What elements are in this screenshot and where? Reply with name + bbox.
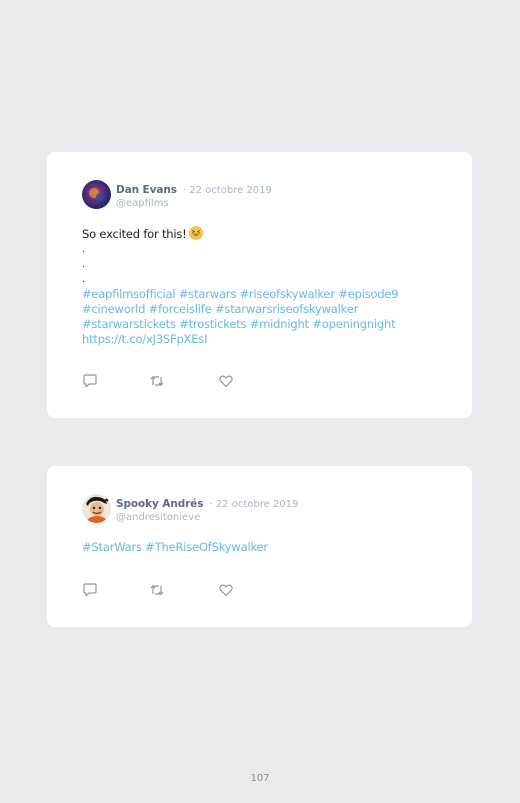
grinning-squinting-face-icon xyxy=(188,226,203,240)
retweet-icon[interactable] xyxy=(149,373,165,389)
dot-line: . xyxy=(82,274,85,285)
tweet-card: Spooky Andrés · 22 octobre 2019 @andresi… xyxy=(47,466,472,627)
author-handle[interactable]: @andresitonieve xyxy=(116,511,298,524)
author-name[interactable]: Dan Evans xyxy=(116,184,177,196)
dot-line: . xyxy=(82,259,85,270)
avatar-image xyxy=(82,494,111,523)
retweet-icon[interactable] xyxy=(149,582,165,598)
reply-icon[interactable] xyxy=(82,582,98,598)
tweet-text: So excited for this! . . . #eapfilmsoffi… xyxy=(82,226,432,347)
author-name[interactable]: Spooky Andrés xyxy=(116,498,203,510)
hashtag-line[interactable]: #eapfilmsofficial #starwars #riseofskywa… xyxy=(82,287,432,302)
tweet-link[interactable]: https://t.co/xJ3SFpXEsI xyxy=(82,332,432,347)
avatar[interactable] xyxy=(82,494,111,523)
tweet-header: Dan Evans · 22 octobre 2019 @eapfilms xyxy=(116,181,272,210)
author-handle[interactable]: @eapfilms xyxy=(116,197,272,210)
like-icon[interactable] xyxy=(218,373,234,389)
tweet-text: #StarWars #TheRiseOfSkywalker xyxy=(82,540,432,555)
hashtag-line[interactable]: #starwarstickets #trostickets #midnight … xyxy=(82,317,432,332)
avatar[interactable] xyxy=(82,180,111,209)
tweet-header: Spooky Andrés · 22 octobre 2019 @andresi… xyxy=(116,495,298,524)
hashtag-line[interactable]: #cineworld #forceislife #starwarsriseofs… xyxy=(82,302,432,317)
tweet-sentence-text: So excited for this! xyxy=(82,227,187,241)
hashtag-line[interactable]: #StarWars #TheRiseOfSkywalker xyxy=(82,540,432,555)
tweet-card: Dan Evans · 22 octobre 2019 @eapfilms So… xyxy=(47,152,472,418)
tweet-sentence: So excited for this! xyxy=(82,226,432,242)
like-icon[interactable] xyxy=(218,582,234,598)
avatar-image xyxy=(82,180,111,209)
tweet-date[interactable]: · 22 octobre 2019 xyxy=(183,185,272,196)
reply-icon[interactable] xyxy=(82,373,98,389)
page-number: 107 xyxy=(250,773,270,784)
dot-line: . xyxy=(82,244,85,255)
tweet-date[interactable]: · 22 octobre 2019 xyxy=(209,499,298,510)
